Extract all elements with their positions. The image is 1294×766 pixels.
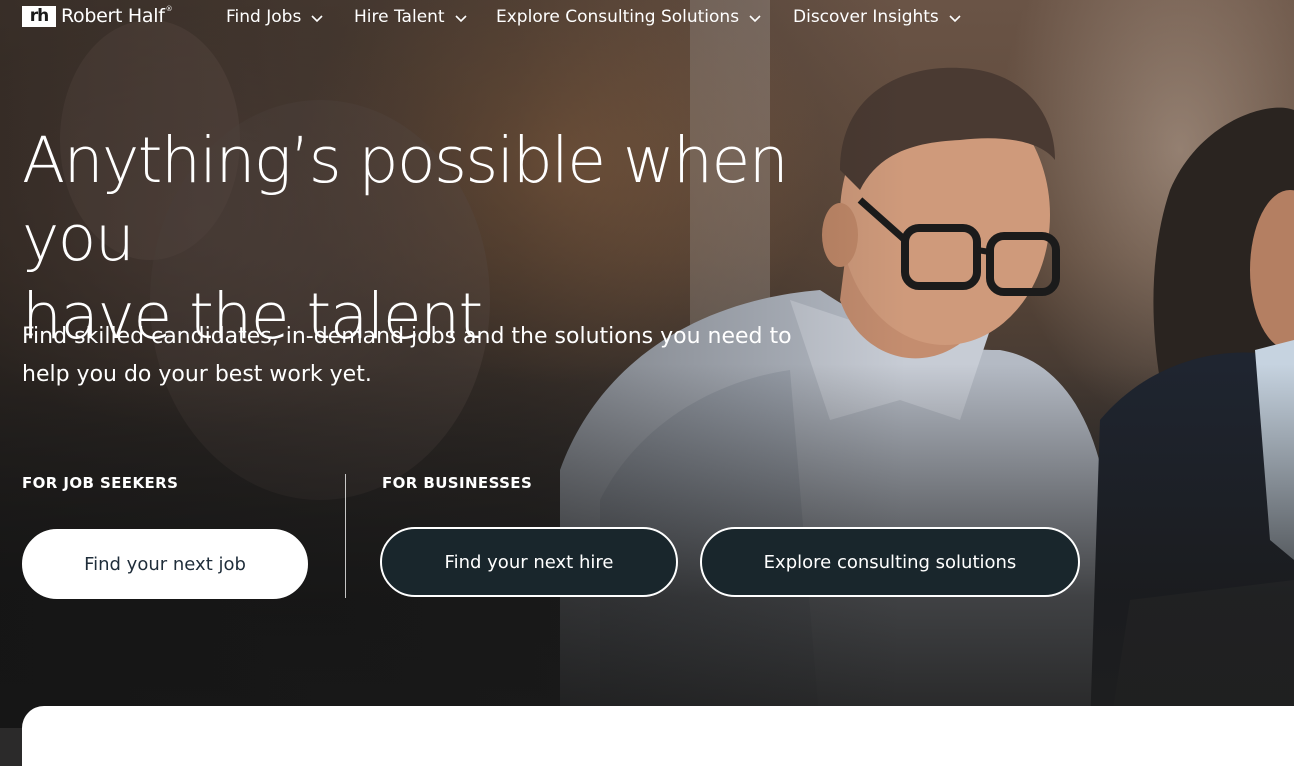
nav-item-find-jobs[interactable]: Find Jobs — [226, 7, 323, 27]
find-next-job-button[interactable]: Find your next job — [22, 529, 308, 599]
nav-item-hire-talent[interactable]: Hire Talent — [354, 7, 467, 27]
chevron-down-icon — [749, 15, 761, 23]
chevron-down-icon — [949, 15, 961, 23]
businesses-label: FOR BUSINESSES — [382, 474, 533, 492]
subtext-line-1: Find skilled candidates, in-demand jobs … — [22, 324, 792, 349]
job-seekers-label: FOR JOB SEEKERS — [22, 474, 179, 492]
explore-consulting-solutions-button[interactable]: Explore consulting solutions — [700, 527, 1080, 597]
logo-wordmark: Robert Half® — [61, 5, 173, 27]
chevron-down-icon — [455, 15, 467, 23]
nav-item-discover-insights[interactable]: Discover Insights — [793, 7, 961, 27]
nav-item-label: Hire Talent — [354, 7, 445, 27]
nav-item-label: Find Jobs — [226, 7, 302, 27]
find-next-hire-button[interactable]: Find your next hire — [380, 527, 678, 597]
nav-item-label: Explore Consulting Solutions — [496, 7, 740, 27]
robert-half-logo[interactable]: rh Robert Half® — [22, 3, 173, 29]
trademark-symbol: ® — [165, 5, 173, 13]
content-card-top-edge — [22, 706, 1294, 766]
headline-line-1: Anything’s possible when you — [22, 124, 789, 275]
nav-item-label: Discover Insights — [793, 7, 939, 27]
chevron-down-icon — [311, 15, 323, 23]
top-navigation: rh Robert Half® Find Jobs Hire Talent Ex… — [0, 0, 1294, 40]
hero-subtext: Find skilled candidates, in-demand jobs … — [22, 318, 862, 394]
logo-mark: rh — [22, 5, 56, 27]
subtext-line-2: help you do your best work yet. — [22, 362, 372, 387]
nav-item-explore-consulting-solutions[interactable]: Explore Consulting Solutions — [496, 7, 761, 27]
brand-name: Robert Half — [61, 5, 165, 27]
section-divider — [345, 474, 346, 598]
